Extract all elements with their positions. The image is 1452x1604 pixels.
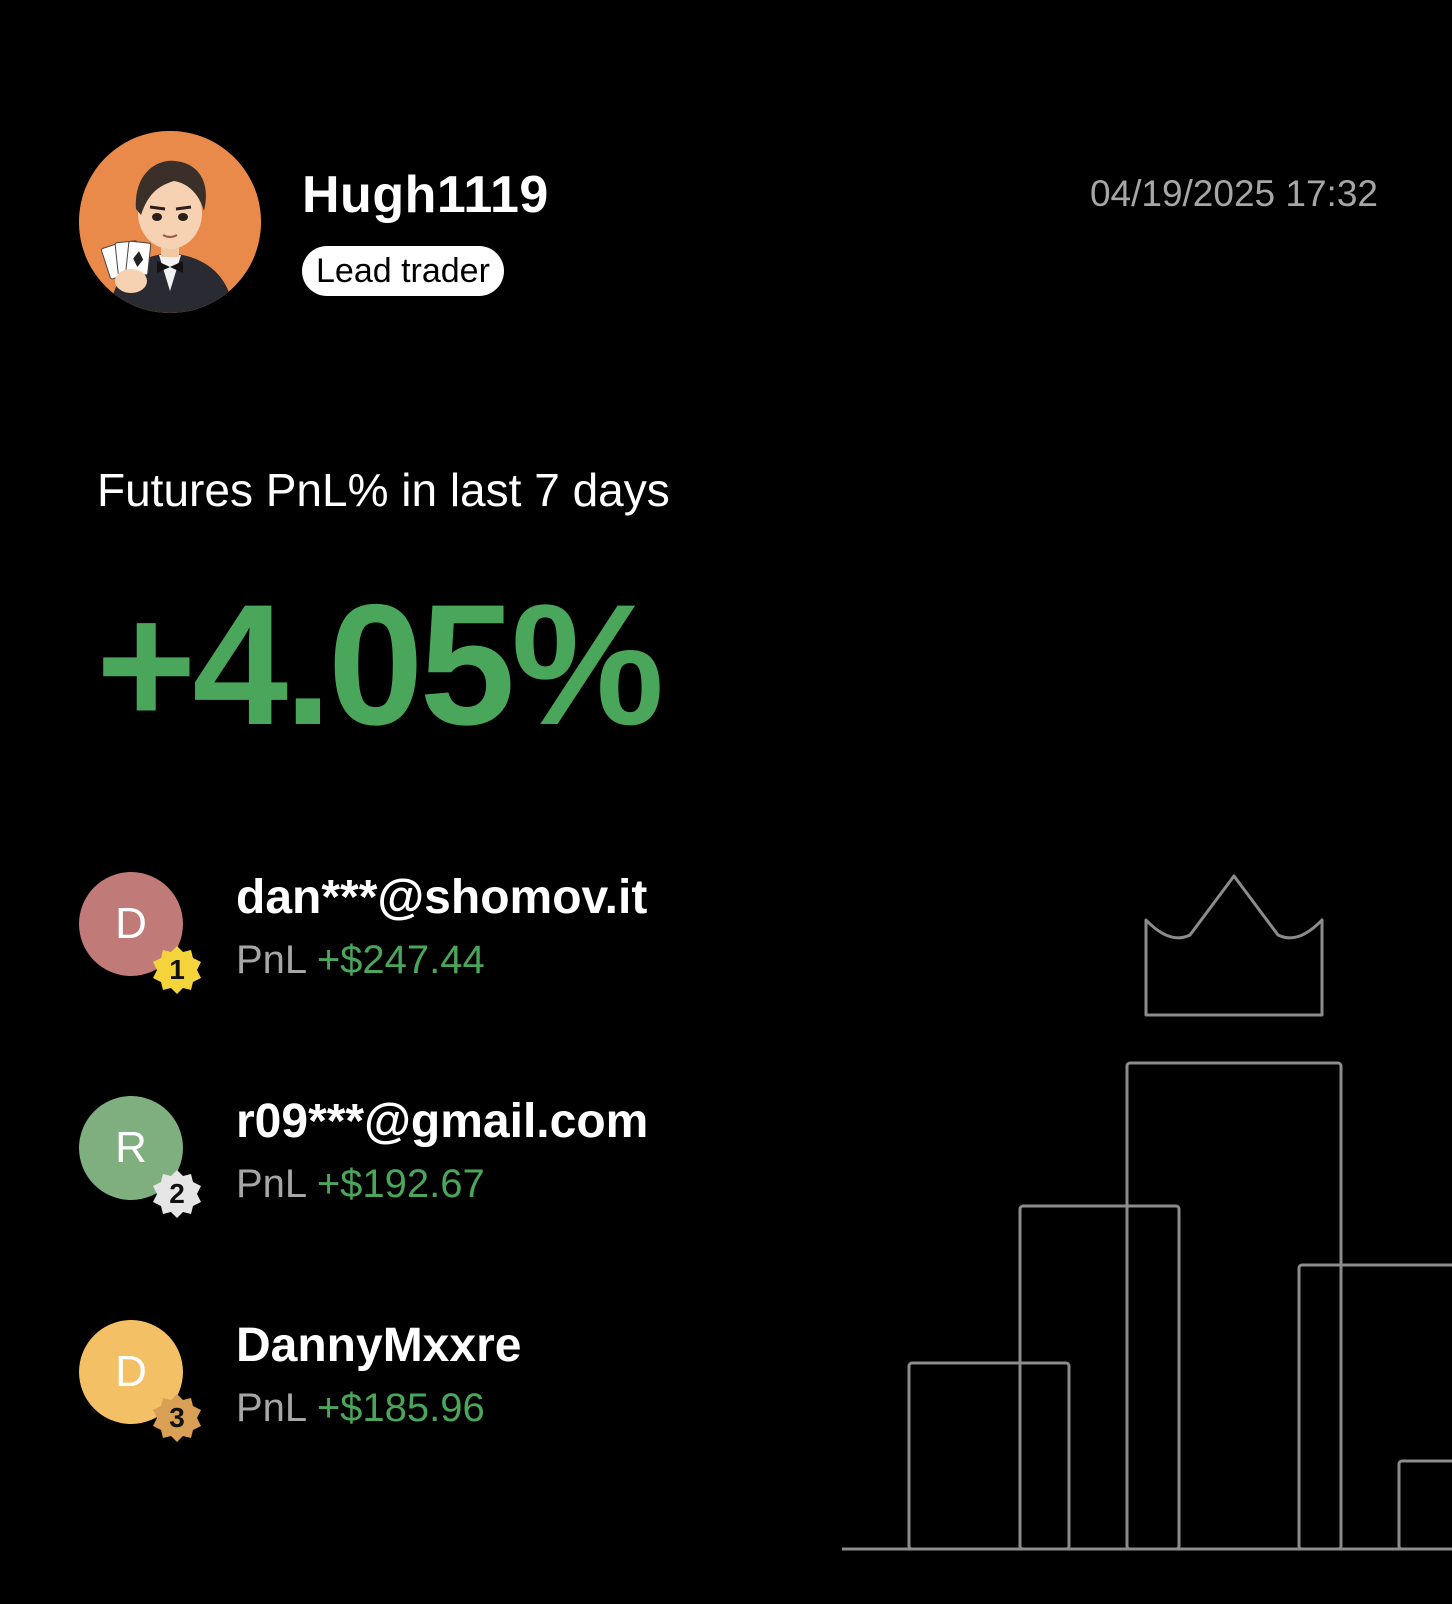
- trader-avatar-icon: [79, 131, 261, 313]
- trader-username: Hugh1119: [302, 166, 549, 224]
- pnl-label: PnL: [236, 938, 306, 982]
- role-badge: Lead trader: [302, 246, 504, 296]
- follower-name: r09***@gmail.com: [236, 1095, 649, 1148]
- timestamp: 04/19/2025 17:32: [1089, 173, 1378, 214]
- rank-badge: 1: [151, 944, 203, 996]
- follower-item: D 1 dan***@shomov.it PnL +$247.44: [79, 871, 779, 1002]
- follower-item: R 2 r09***@gmail.com PnL +$192.67: [79, 1095, 779, 1226]
- podium-bar: [1297, 1263, 1452, 1551]
- podium-bar: [1018, 1204, 1181, 1551]
- trader-avatar: [79, 131, 261, 313]
- podium-bar: [907, 1361, 1071, 1551]
- pnl-percentage: +4.05%: [96, 569, 664, 761]
- rank-number: 2: [169, 1178, 185, 1209]
- rank-badge: 3: [151, 1392, 203, 1444]
- follower-name: dan***@shomov.it: [236, 871, 648, 924]
- follower-item: D 3 DannyMxxre PnL +$185.96: [79, 1319, 779, 1450]
- rank-number: 1: [169, 954, 185, 985]
- pnl-heading: Futures PnL% in last 7 days: [97, 464, 670, 516]
- rank-badge: 2: [151, 1168, 203, 1220]
- follower-pnl: PnL +$192.67: [236, 1160, 485, 1208]
- podium-bar: [1397, 1459, 1452, 1551]
- pnl-amount: +$192.67: [316, 1162, 485, 1206]
- rank-number: 3: [169, 1402, 185, 1433]
- pnl-label: PnL: [236, 1386, 306, 1430]
- pnl-label: PnL: [236, 1162, 306, 1206]
- follower-pnl: PnL +$185.96: [236, 1384, 485, 1432]
- podium-bar: [1125, 1061, 1343, 1551]
- crown-outline: [1144, 874, 1324, 1017]
- pnl-amount: +$247.44: [316, 938, 485, 982]
- follower-pnl: PnL +$247.44: [236, 936, 485, 984]
- pnl-amount: +$185.96: [316, 1386, 485, 1430]
- follower-name: DannyMxxre: [236, 1319, 522, 1372]
